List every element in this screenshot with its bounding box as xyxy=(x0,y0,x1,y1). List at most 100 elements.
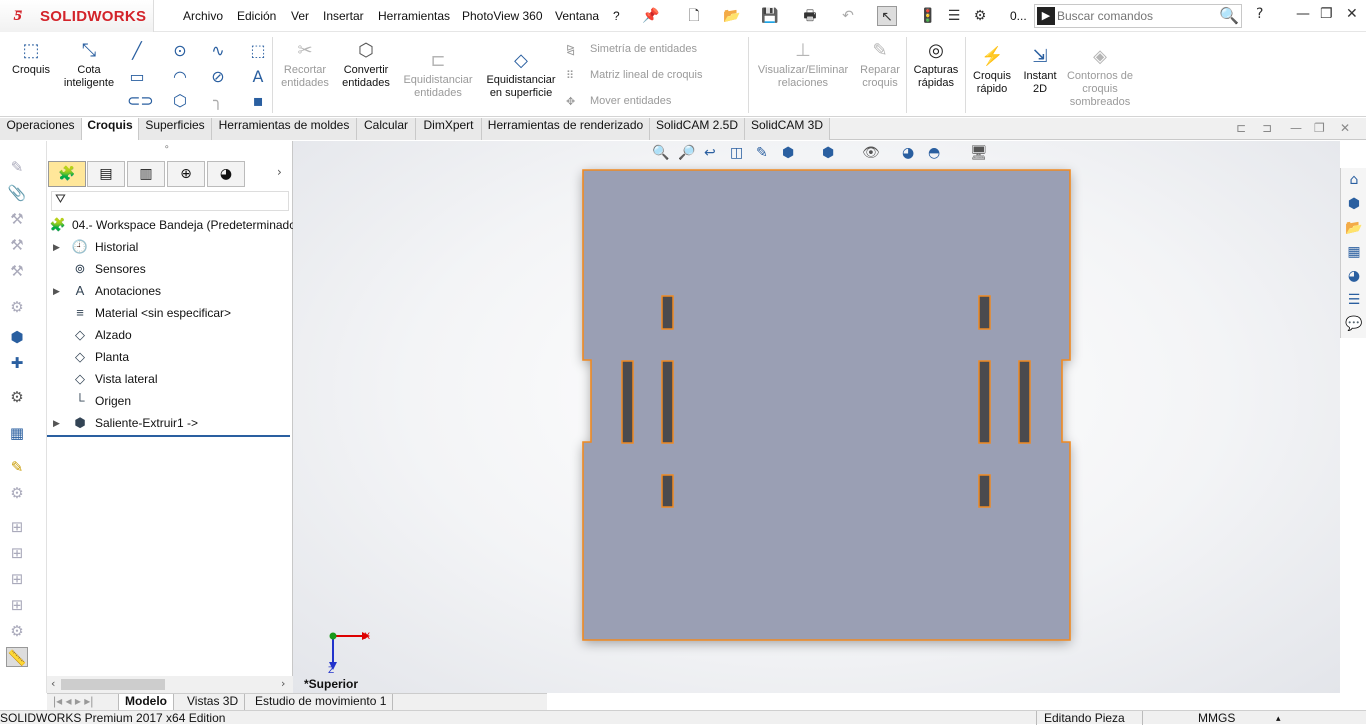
circle-icon[interactable]: ⊙ xyxy=(170,41,190,60)
tree-item[interactable]: ◇ Planta xyxy=(47,346,293,368)
tab-herramientas-renderizado[interactable]: Herramientas de renderizado xyxy=(482,118,650,140)
tree-item[interactable]: ▶ ⬢ Saliente-Extruir1 -> xyxy=(47,412,293,434)
status-units[interactable]: MMGS xyxy=(1198,711,1235,725)
previous-view-icon[interactable]: ↩ xyxy=(704,145,716,161)
fillet-icon[interactable]: ╮ xyxy=(208,91,228,110)
tree-item[interactable]: ▶ A Anotaciones xyxy=(47,280,293,302)
tool-icon[interactable]: ⊞ xyxy=(6,543,28,563)
drag-handle-icon[interactable]: ⚬ xyxy=(163,143,171,153)
capturas-rapidas-button[interactable]: ◎ Capturas rápidas xyxy=(910,39,962,90)
scroll-thumb[interactable] xyxy=(61,679,165,690)
convertir-button[interactable]: ⬡ Convertir entidades xyxy=(337,39,395,90)
tab-dimxpert[interactable]: DimXpert xyxy=(416,118,482,140)
graphics-area[interactable] xyxy=(293,141,1340,693)
configuration-manager-tab[interactable]: ▥ xyxy=(127,161,165,187)
hide-show-icon[interactable]: 👁 xyxy=(862,145,880,161)
tab-modelo[interactable]: Modelo xyxy=(119,694,174,711)
display-manager-tab[interactable]: ◕ xyxy=(207,161,245,187)
dimxpert-tab[interactable]: ⊕ xyxy=(167,161,205,187)
rectangle-icon[interactable]: ▭ xyxy=(127,67,147,86)
scroll-left-icon[interactable]: ‹ xyxy=(51,677,55,690)
panel-horizontal-scrollbar[interactable]: ‹ › xyxy=(47,676,293,693)
appearances-icon[interactable]: ◕ xyxy=(1344,266,1364,286)
more-toolbar[interactable]: 0... xyxy=(1010,9,1027,23)
open-icon[interactable]: 📂 xyxy=(722,6,742,26)
tab-superficies[interactable]: Superficies xyxy=(139,118,212,140)
tab-estudio-movimiento[interactable]: Estudio de movimiento 1 xyxy=(249,694,394,711)
instant2d-button[interactable]: ⇲ Instant 2D xyxy=(1018,45,1062,96)
tree-item[interactable]: ≡ Material <sin especificar> xyxy=(47,302,293,324)
tool-icon[interactable]: ⚒ xyxy=(6,235,28,255)
tool-icon[interactable]: ⚙ xyxy=(6,297,28,317)
appearance-icon[interactable]: ◕ xyxy=(902,145,914,161)
reference-icon[interactable]: ✚ xyxy=(6,353,28,373)
tool-icon[interactable]: ⊞ xyxy=(6,517,28,537)
tree-item[interactable]: └ Origen xyxy=(47,390,293,412)
section-view-icon[interactable]: ◫ xyxy=(730,145,743,161)
contornos-sombreados-button[interactable]: ◈ Contornos de croquis sombreados xyxy=(1064,45,1136,109)
equidistanciar-superficie-button[interactable]: ◇ Equidistanciar en superficie xyxy=(480,49,562,100)
pin-icon[interactable]: 📌 xyxy=(641,6,661,26)
tree-item[interactable]: ▶ 🕘 Historial xyxy=(47,236,293,258)
tool-icon[interactable]: ⚙ xyxy=(6,621,28,641)
zoom-area-icon[interactable]: 🔎 xyxy=(678,145,695,161)
expand-arrow-icon[interactable]: ▶ xyxy=(53,236,60,258)
expand-arrow-icon[interactable]: ▶ xyxy=(53,280,60,302)
rollback-bar[interactable] xyxy=(47,435,290,437)
cota-inteligente-button[interactable]: ⤡ Cota inteligente xyxy=(58,39,120,90)
forum-icon[interactable]: 💬 xyxy=(1344,314,1364,334)
tool-icon[interactable]: ⊞ xyxy=(6,569,28,589)
matriz-lineal[interactable]: Matriz lineal de croquis xyxy=(590,69,703,81)
dynamic-annotation-icon[interactable]: ✎ xyxy=(756,145,768,161)
menu-herramientas[interactable]: Herramientas xyxy=(378,9,450,23)
search-commands[interactable]: ▶ 🔍 xyxy=(1034,4,1242,28)
tree-item[interactable]: ◇ Alzado xyxy=(47,324,293,346)
simetria-entidades[interactable]: Simetría de entidades xyxy=(590,43,697,55)
doc-minimize-button[interactable]: — xyxy=(1290,121,1302,135)
feature-tree-tab[interactable]: 🧩 xyxy=(48,161,86,187)
search-icon[interactable]: 🔍 xyxy=(1219,6,1239,25)
tree-root[interactable]: 🧩 04.- Workspace Bandeja (Predeterminado xyxy=(47,214,296,236)
undo-icon[interactable]: ↶ xyxy=(838,6,858,26)
tab-calcular[interactable]: Calcular xyxy=(357,118,416,140)
tool-icon[interactable]: ⚙ xyxy=(6,483,28,503)
save-icon[interactable]: 💾 xyxy=(760,6,780,26)
view-settings-icon[interactable]: 🖥 xyxy=(970,145,988,161)
new-document-icon[interactable]: 🗋 xyxy=(684,6,704,26)
polygon-icon[interactable]: ⬡ xyxy=(170,91,190,110)
line-icon[interactable]: ╱ xyxy=(127,41,147,60)
doc-close-button[interactable]: ✕ xyxy=(1340,121,1350,135)
select-icon[interactable]: ↖ xyxy=(877,6,897,26)
menu-archivo[interactable]: Archivo xyxy=(183,9,223,23)
doc-next-icon[interactable]: ⊐ xyxy=(1262,121,1272,135)
grid-icon[interactable]: ⬚ xyxy=(248,41,268,60)
menu-help[interactable]: ? xyxy=(613,9,620,23)
menu-ver[interactable]: Ver xyxy=(291,9,309,23)
tree-item[interactable]: ⊚ Sensores xyxy=(47,258,293,280)
doc-prev-icon[interactable]: ⊏ xyxy=(1236,121,1246,135)
print-icon[interactable]: 🖶 xyxy=(800,6,820,26)
minimize-button[interactable]: — xyxy=(1296,6,1310,22)
doc-restore-button[interactable]: ❐ xyxy=(1314,121,1325,135)
menu-photoview[interactable]: PhotoView 360 xyxy=(462,9,543,23)
slot-icon[interactable]: ⊂⊃ xyxy=(127,91,154,110)
tab-solidcam-25d[interactable]: SolidCAM 2.5D xyxy=(650,118,745,140)
menu-edicion[interactable]: Edición xyxy=(237,9,276,23)
clip-icon[interactable]: 📎 xyxy=(6,183,28,203)
options-gear-icon[interactable]: ⚙ xyxy=(970,6,990,26)
arc-icon[interactable]: ◠ xyxy=(170,67,190,86)
menu-insertar[interactable]: Insertar xyxy=(323,9,364,23)
home-icon[interactable]: ⌂ xyxy=(1344,170,1364,190)
tab-croquis[interactable]: Croquis xyxy=(82,118,139,140)
croquis-button[interactable]: ⬚ Croquis xyxy=(6,39,56,77)
scroll-right-icon[interactable]: › xyxy=(281,677,285,690)
croquis-rapido-button[interactable]: ⚡ Croquis rápido xyxy=(968,45,1016,96)
chevron-right-icon[interactable]: › xyxy=(277,165,282,179)
zoom-to-fit-icon[interactable]: 🔍 xyxy=(652,145,669,161)
help-icon[interactable]: ? xyxy=(1256,6,1263,22)
mover-entidades[interactable]: Mover entidades xyxy=(590,95,671,107)
custom-properties-icon[interactable]: ☰ xyxy=(1344,290,1364,310)
rebuild-icon[interactable]: 🚦 xyxy=(918,6,938,26)
view-orientation-icon[interactable]: ⬢ xyxy=(782,145,794,161)
visualizar-relaciones-button[interactable]: ⊥ Visualizar/Eliminar relaciones xyxy=(752,39,854,90)
